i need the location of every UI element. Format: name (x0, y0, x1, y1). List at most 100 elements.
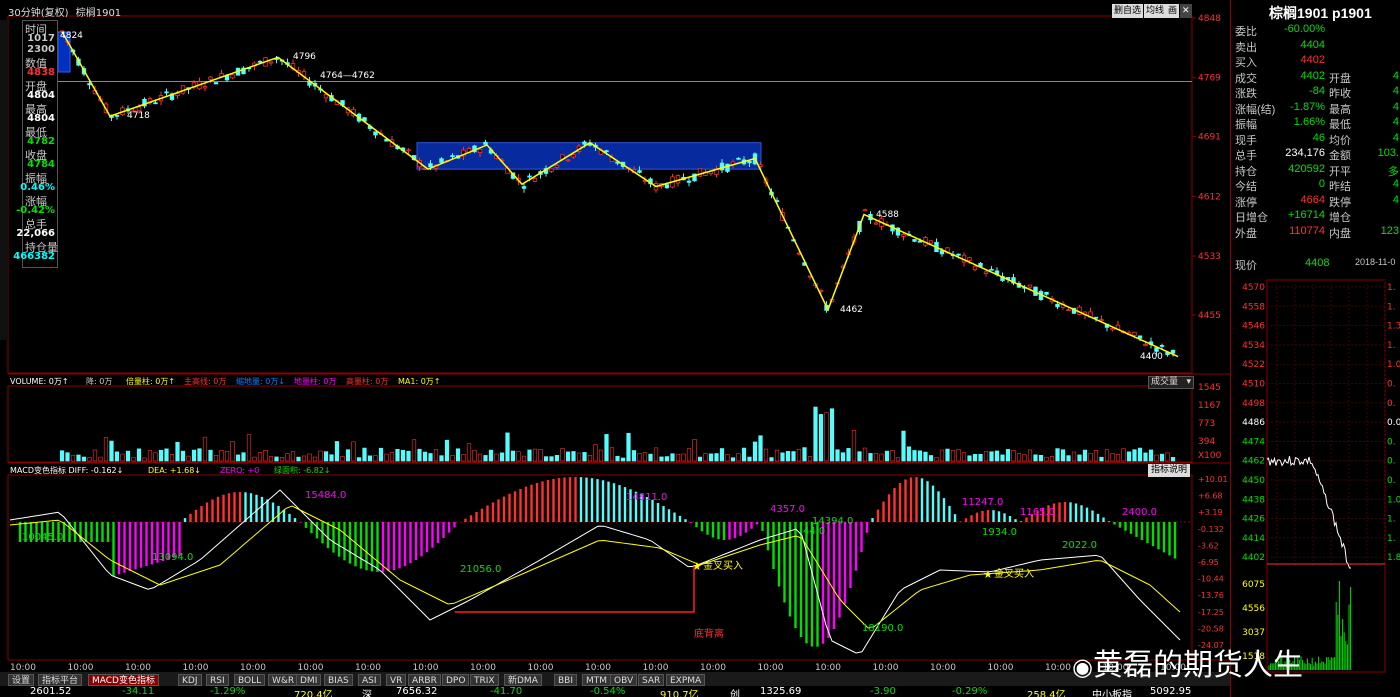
quote-row: 外盘 110774 内盘 123 (1231, 224, 1400, 240)
indicator-tab[interactable]: BIAS (324, 674, 353, 686)
volume-bar (956, 449, 961, 462)
star-icon: ★ (983, 568, 993, 581)
volume-bar (1066, 455, 1071, 462)
indicator-tab[interactable]: OBV (610, 674, 638, 686)
main-chart-canvas[interactable]: 4848 4769 4691 4612 4533 4455 4824 4796 4764—476… (0, 0, 1230, 697)
volume-bar (780, 452, 785, 462)
volume-bar (989, 451, 994, 462)
intraday-mini-chart[interactable]: 4570 4558 4546 4534 4522 4510 4498 4486 4474 4462… (1231, 278, 1400, 696)
volume-bar (1099, 456, 1104, 462)
indicator-tab[interactable]: W&R (268, 674, 299, 686)
volume-bar (428, 453, 433, 462)
indicator-help-button[interactable]: 指标说明 (1148, 464, 1190, 477)
quote-value: 46 (1312, 131, 1325, 144)
volume-bar (741, 447, 747, 462)
indicator-tab[interactable]: DPO (442, 674, 470, 686)
macd-legend-item: ZERO: +0 (220, 466, 259, 475)
volume-bar (175, 441, 180, 462)
volume-bar (197, 448, 202, 462)
volume-bar (950, 449, 956, 462)
volume-bar (994, 450, 1000, 462)
indicator-tab[interactable]: VR (386, 674, 407, 686)
volume-indicator-select[interactable]: 成交量 ▾ (1148, 376, 1194, 389)
indicator-tab[interactable]: MACD变色指标 (88, 674, 159, 686)
volume-legend-item: 降: 0万 (86, 376, 112, 386)
volume-tick-label: 773 (1198, 419, 1215, 429)
indicator-tab[interactable]: ASI (358, 674, 381, 686)
quote-label: 外盘 (1235, 227, 1257, 240)
volume-bar (384, 453, 389, 462)
quote-value: 234,176 (1285, 147, 1325, 159)
volume-bar (120, 453, 125, 462)
indicator-tab[interactable]: 设置 (8, 674, 35, 686)
price-annotation: 4588 (876, 210, 899, 220)
volume-bar (796, 448, 802, 462)
candle-body (736, 157, 741, 160)
mini-right-tick: 0. (1387, 457, 1396, 467)
candle-body (1066, 309, 1071, 312)
draw-button[interactable]: 画 (1166, 4, 1180, 18)
indicator-tab[interactable]: 指标平台 (38, 674, 83, 686)
volume-bar (686, 448, 692, 462)
volume-bar (461, 454, 466, 462)
volume-bar (565, 451, 571, 462)
indicator-tab[interactable]: SAR (638, 674, 665, 686)
volume-bar (65, 452, 70, 462)
mini-left-tick: 4402 (1242, 553, 1265, 563)
volume-bar (631, 450, 637, 462)
indicator-tab[interactable]: ARBR (408, 674, 441, 686)
status-value: 910.7亿 (660, 690, 699, 697)
volume-bar (752, 441, 758, 462)
candle-body (686, 180, 692, 183)
volume-bar (1033, 454, 1038, 462)
candle-body (956, 253, 961, 256)
macd-tick-label: -17.25 (1198, 608, 1224, 617)
volume-bar (697, 456, 703, 462)
volume-bar (521, 455, 527, 462)
volume-bar (747, 456, 752, 462)
macd-area-label: 21056.0 (460, 564, 501, 575)
info-value: 22,066 (16, 228, 55, 239)
volume-bar (1126, 451, 1132, 462)
indicator-tab[interactable]: 新DMA (504, 674, 542, 686)
ma-button[interactable]: 均线 (1144, 4, 1167, 18)
indicator-tab[interactable]: EXPMA (666, 674, 706, 686)
volume-bar (763, 448, 769, 462)
mini-right-tick: 1. (1387, 302, 1396, 312)
status-value: -0.29% (952, 686, 988, 697)
volume-bar (290, 451, 296, 462)
indicator-tab[interactable]: DMI (296, 674, 322, 686)
volume-bar (263, 449, 268, 462)
volume-bar (890, 450, 895, 462)
candle-body (230, 74, 235, 79)
indicator-tab[interactable]: BBI (554, 674, 578, 686)
volume-bar (714, 453, 719, 462)
remove-favorite-button[interactable]: 删自选 (1112, 4, 1144, 18)
indicator-tab[interactable]: RSI (206, 674, 229, 686)
volume-bar (142, 457, 147, 462)
candle-body (428, 163, 433, 168)
indicator-tab[interactable]: BOLL (234, 674, 266, 686)
candle-body (175, 93, 180, 96)
volume-bar (785, 451, 791, 462)
volume-bar (1088, 452, 1093, 462)
chevron-down-icon: ▾ (1186, 377, 1191, 387)
macd-area-label: 2022.0 (1062, 540, 1097, 551)
volume-bar (477, 453, 483, 462)
indicator-tab[interactable]: KDJ (178, 674, 202, 686)
volume-bar (604, 434, 609, 462)
candle-body (554, 165, 560, 168)
volume-bar (98, 456, 103, 462)
close-icon[interactable]: ✕ (1180, 4, 1192, 18)
left-side-tabs[interactable] (0, 20, 8, 340)
volume-tick-label: 1167 (1198, 401, 1221, 411)
indicator-tab[interactable]: MTM (582, 674, 612, 686)
quote-row: 现手 46 均价 4 (1231, 131, 1400, 147)
status-value: 5092.95 (1150, 686, 1192, 697)
volume-bar (169, 454, 175, 462)
indicator-tab[interactable]: TRIX (470, 674, 499, 686)
volume-bar (983, 451, 989, 462)
quote-row: 买入 4402 (1231, 53, 1400, 69)
volume-bar (675, 453, 681, 462)
candle-body (912, 239, 917, 242)
